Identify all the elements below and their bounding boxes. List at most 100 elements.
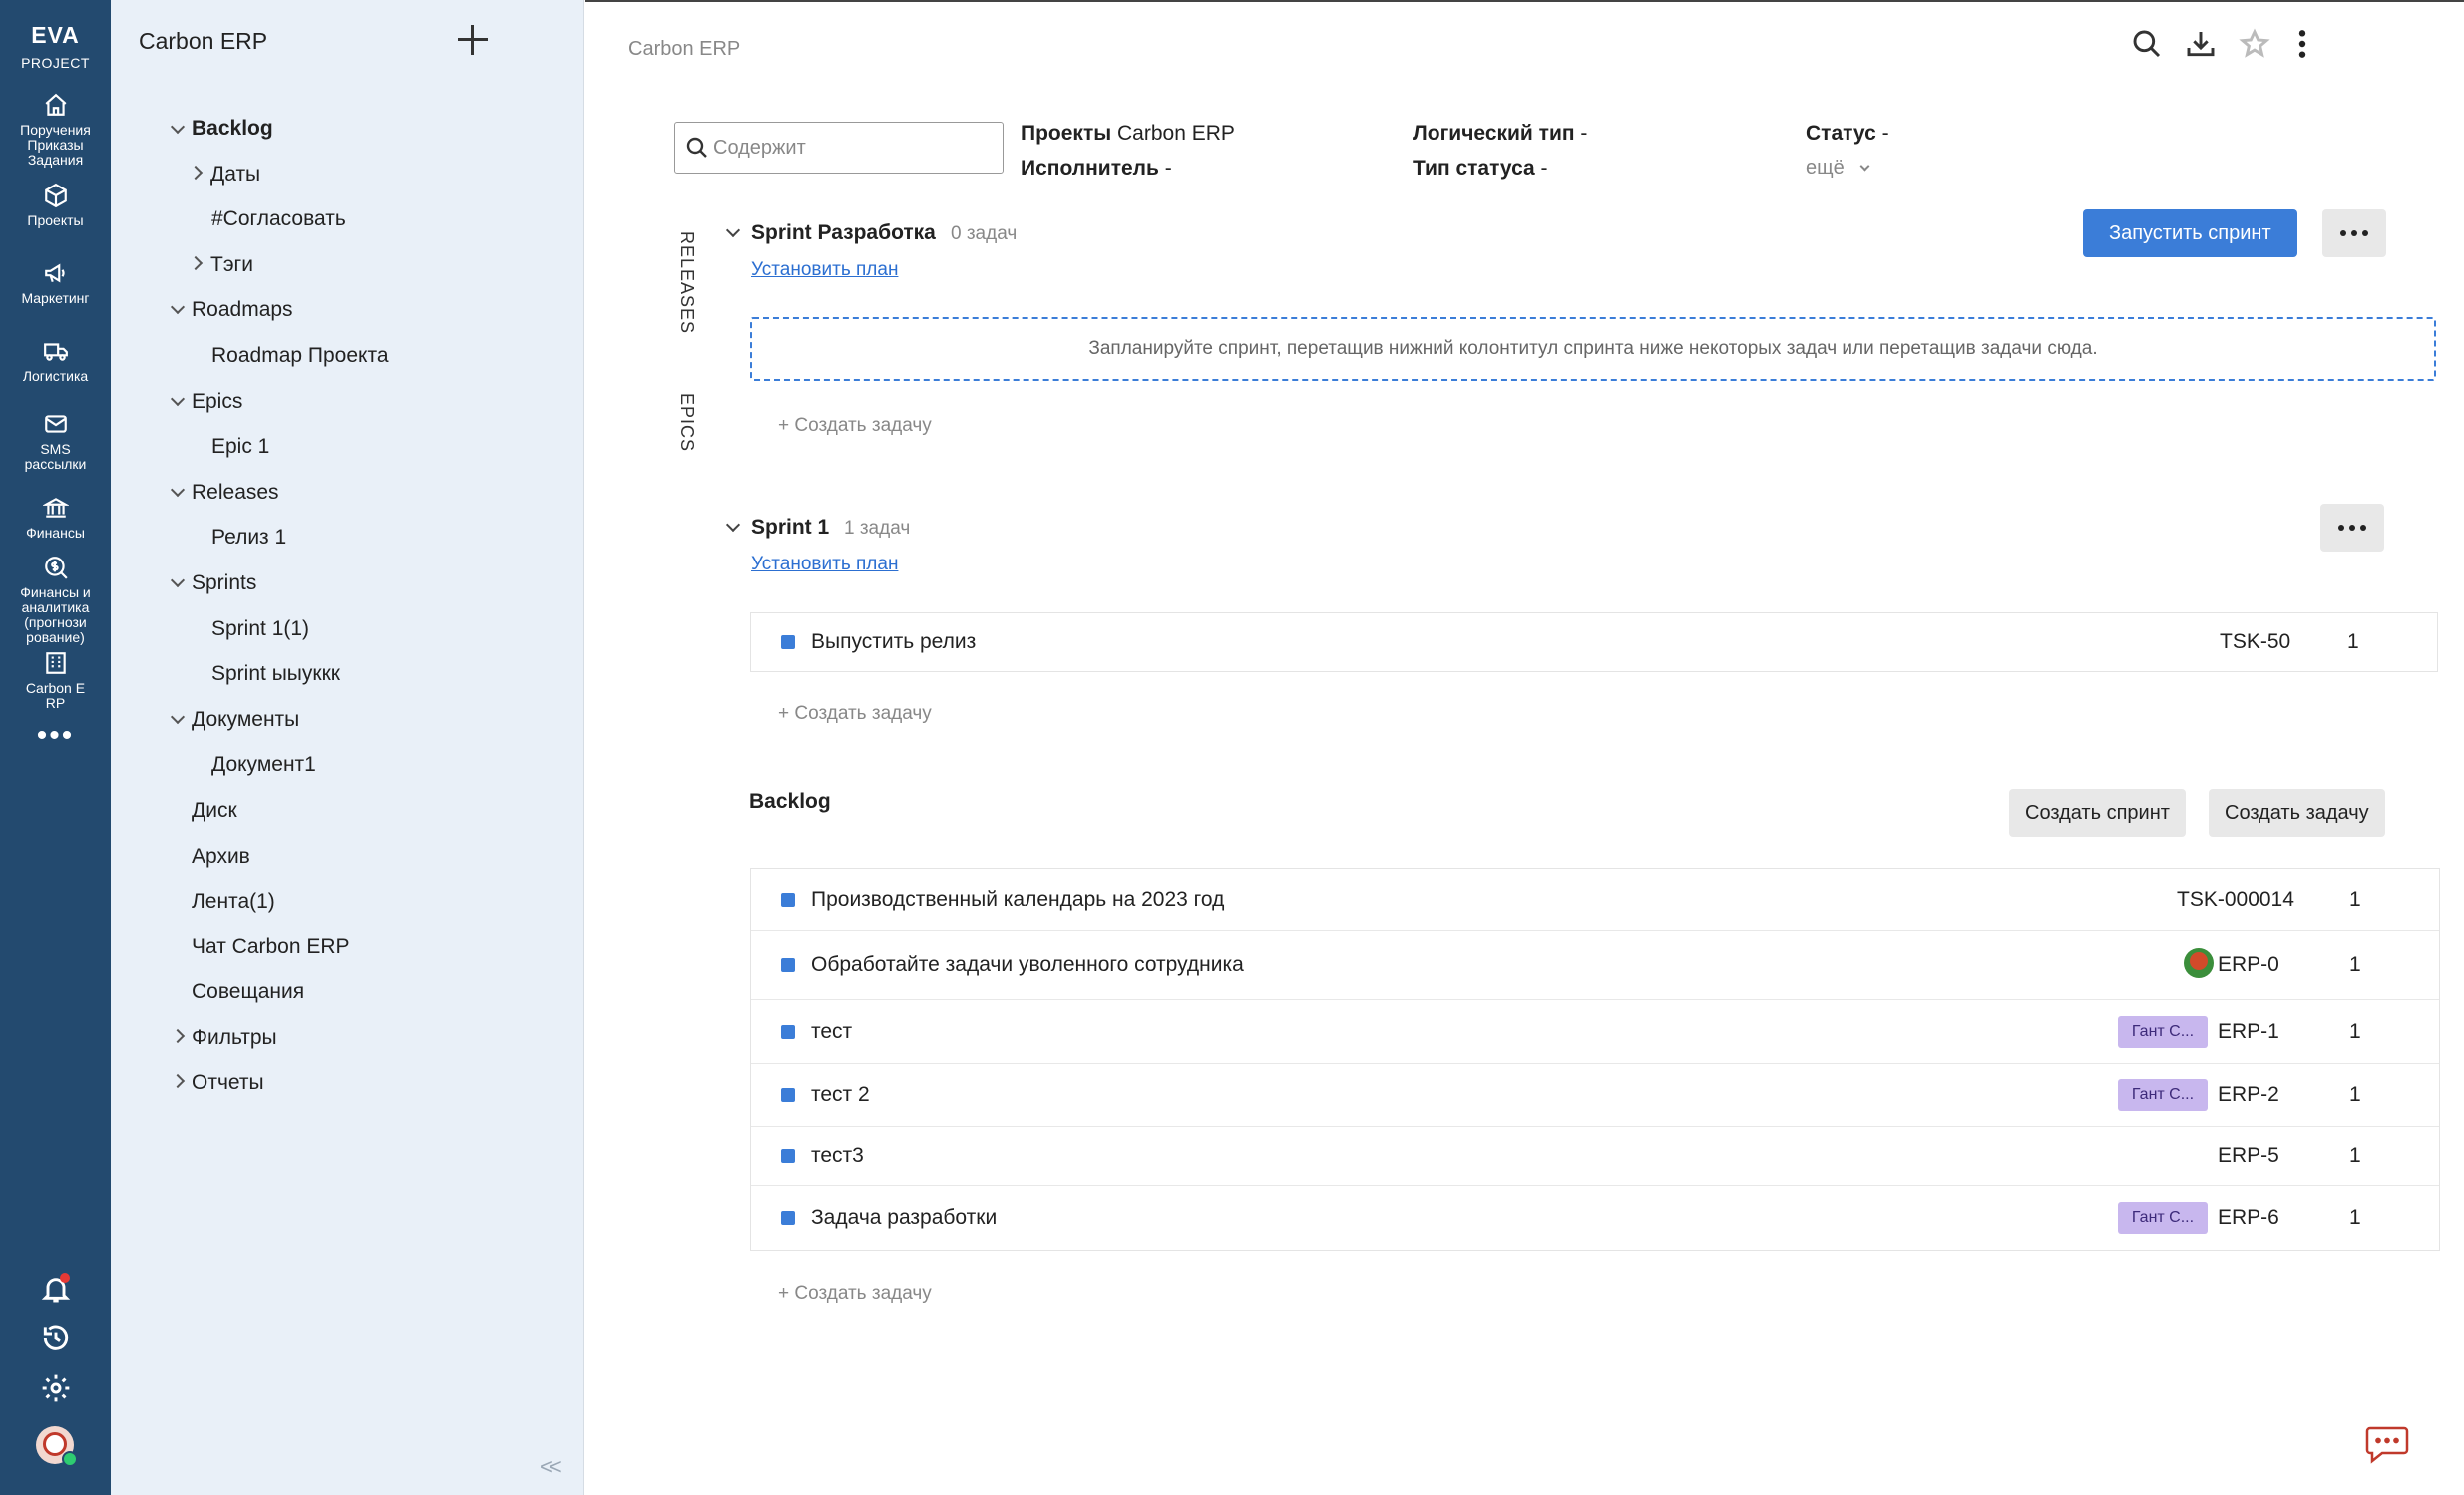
chat-bubble-icon[interactable] [2364, 1424, 2410, 1464]
gantt-tag[interactable]: Гант С... [2118, 1016, 2208, 1048]
backlog-task-table: Производственный календарь на 2023 год T… [750, 868, 2440, 1251]
tab-epics[interactable]: EPICS [676, 393, 697, 452]
brand-logo[interactable]: EVA PROJECT [0, 22, 111, 71]
create-task-button[interactable]: Создать задачу [2209, 789, 2385, 837]
tree-item-documents[interactable]: Документы [192, 708, 299, 732]
history-button[interactable] [0, 1322, 111, 1359]
tab-releases[interactable]: RELEASES [676, 231, 697, 334]
backlog-create-task-link[interactable]: + Создать задачу [778, 1283, 932, 1305]
rail-item-sms[interactable]: SMS рассылки [0, 411, 111, 472]
task-name: Выпустить релиз [811, 630, 977, 653]
tree-item-roadmap-project[interactable]: Roadmap Проекта [211, 344, 389, 368]
rail-item-finance[interactable]: Финансы [0, 495, 111, 541]
search-field[interactable] [674, 122, 1004, 174]
tree-item-sprint-2[interactable]: Sprint ыыуккк [211, 662, 340, 686]
create-sprint-button[interactable]: Создать спринт [2009, 789, 2186, 837]
rail-item-marketing[interactable]: Маркетинг [0, 260, 111, 306]
chevron-right-icon[interactable] [188, 255, 204, 271]
tree-item-filters[interactable]: Фильтры [192, 1026, 277, 1050]
table-row[interactable]: тест 2 Гант С... ERP-2 1 [751, 1064, 2439, 1127]
rail-item-logistics[interactable]: Логистика [0, 338, 111, 384]
chevron-down-icon[interactable] [170, 119, 186, 135]
more-filters-button[interactable]: ещё [1806, 157, 1870, 180]
tree-item-document-1[interactable]: Документ1 [211, 753, 316, 777]
rail-item-carbon-erp[interactable]: Carbon E RP [0, 650, 111, 711]
search-icon[interactable] [2131, 28, 2163, 60]
rail-item-finance-analytics[interactable]: Финансы и аналитика (прогнози рование) [0, 555, 111, 645]
chevron-right-icon[interactable] [188, 165, 204, 181]
tree-item-sprints[interactable]: Sprints [192, 571, 256, 595]
tree-item-meetings[interactable]: Совещания [192, 980, 304, 1004]
more-filters-label: ещё [1806, 157, 1845, 179]
filter-value: - [1540, 157, 1548, 180]
tree-item-reports[interactable]: Отчеты [192, 1071, 264, 1095]
tree-item-epics[interactable]: Epics [192, 390, 242, 414]
tree-item-releases[interactable]: Releases [192, 481, 279, 505]
tree-item-feed[interactable]: Лента(1) [192, 890, 275, 914]
rail-more-icon[interactable]: ••• [0, 721, 111, 751]
chevron-down-icon[interactable] [725, 222, 741, 238]
megaphone-icon [43, 260, 69, 286]
tree-item-roadmaps[interactable]: Roadmaps [192, 298, 293, 322]
tree-item-archive[interactable]: Архив [192, 845, 250, 869]
rail-label: RP [45, 695, 66, 711]
collapse-sidebar-icon[interactable]: << [540, 1454, 562, 1480]
tree-item-tags[interactable]: Тэги [210, 253, 253, 277]
chevron-right-icon[interactable] [170, 1073, 186, 1089]
table-row[interactable]: Задача разработки Гант С... ERP-6 1 [751, 1186, 2439, 1250]
tree-item-backlog[interactable]: Backlog [192, 117, 273, 141]
rail-item-tasks[interactable]: Поручения Приказы Задания [0, 92, 111, 168]
tree-item-approve[interactable]: #Согласовать [211, 207, 346, 231]
chevron-down-icon[interactable] [725, 517, 741, 533]
chevron-down-icon[interactable] [170, 482, 186, 498]
settings-button[interactable] [0, 1372, 111, 1409]
assignee-avatar[interactable] [2184, 948, 2214, 978]
sprint-dev-set-plan-link[interactable]: Установить план [751, 259, 898, 281]
table-row[interactable]: тест Гант С... ERP-1 1 [751, 1000, 2439, 1064]
table-row[interactable]: Выпустить релиз TSK-50 1 [751, 613, 2437, 671]
chevron-right-icon[interactable] [170, 1028, 186, 1044]
sprint-dev-create-task-link[interactable]: + Создать задачу [778, 415, 932, 437]
rail-label: Логистика [22, 368, 89, 384]
chevron-down-icon[interactable] [170, 391, 186, 407]
rail-item-projects[interactable]: Проекты [0, 183, 111, 228]
gantt-tag[interactable]: Гант С... [2118, 1202, 2208, 1234]
star-icon[interactable] [2239, 28, 2270, 60]
filter-assignee[interactable]: Исполнитель - [1021, 157, 1172, 181]
start-sprint-button[interactable]: Запустить спринт [2083, 209, 2297, 257]
gantt-tag[interactable]: Гант С... [2118, 1079, 2208, 1111]
tree-item-release-1[interactable]: Релиз 1 [211, 526, 286, 550]
sprint1-count: 1 задач [844, 518, 911, 539]
notification-badge [60, 1273, 70, 1283]
task-points: 1 [2349, 1020, 2361, 1043]
task-key: ERP-1 [2218, 1020, 2279, 1043]
sprint1-create-task-link[interactable]: + Создать задачу [778, 703, 932, 725]
tree-item-disk[interactable]: Диск [192, 799, 237, 823]
tree-item-epic-1[interactable]: Epic 1 [211, 435, 269, 459]
chevron-down-icon[interactable] [170, 709, 186, 725]
table-row[interactable]: тест3 ERP-5 1 [751, 1127, 2439, 1186]
table-row[interactable]: Производственный календарь на 2023 год T… [751, 869, 2439, 931]
filter-status[interactable]: Статус - [1806, 122, 1889, 146]
table-row[interactable]: Обработайте задачи уволенного сотрудника… [751, 931, 2439, 1000]
notifications-button[interactable] [0, 1273, 111, 1309]
filter-logic-type[interactable]: Логический тип - [1413, 122, 1587, 146]
download-icon[interactable] [2185, 28, 2217, 60]
task-type-marker [781, 635, 795, 649]
chevron-down-icon[interactable] [170, 572, 186, 588]
add-plus-icon[interactable] [455, 22, 491, 58]
rail-label: Проекты [27, 212, 84, 228]
sprint1-set-plan-link[interactable]: Установить план [751, 554, 898, 575]
search-input[interactable] [713, 133, 993, 163]
tree-item-chat[interactable]: Чат Carbon ERP [192, 935, 350, 959]
tree-item-dates[interactable]: Даты [210, 163, 260, 187]
more-vertical-icon[interactable] [2286, 28, 2318, 60]
sprint-dev-more-button[interactable] [2322, 209, 2386, 257]
filter-status-type[interactable]: Тип статуса - [1413, 157, 1548, 181]
filter-label: Тип статуса [1413, 157, 1535, 180]
filter-projects[interactable]: Проекты Carbon ERP [1021, 122, 1235, 146]
sprint-dropzone[interactable]: Запланируйте спринт, перетащив нижний ко… [750, 317, 2436, 381]
tree-item-sprint-1[interactable]: Sprint 1(1) [211, 617, 309, 641]
chevron-down-icon[interactable] [170, 299, 186, 315]
sprint1-more-button[interactable] [2320, 504, 2384, 552]
